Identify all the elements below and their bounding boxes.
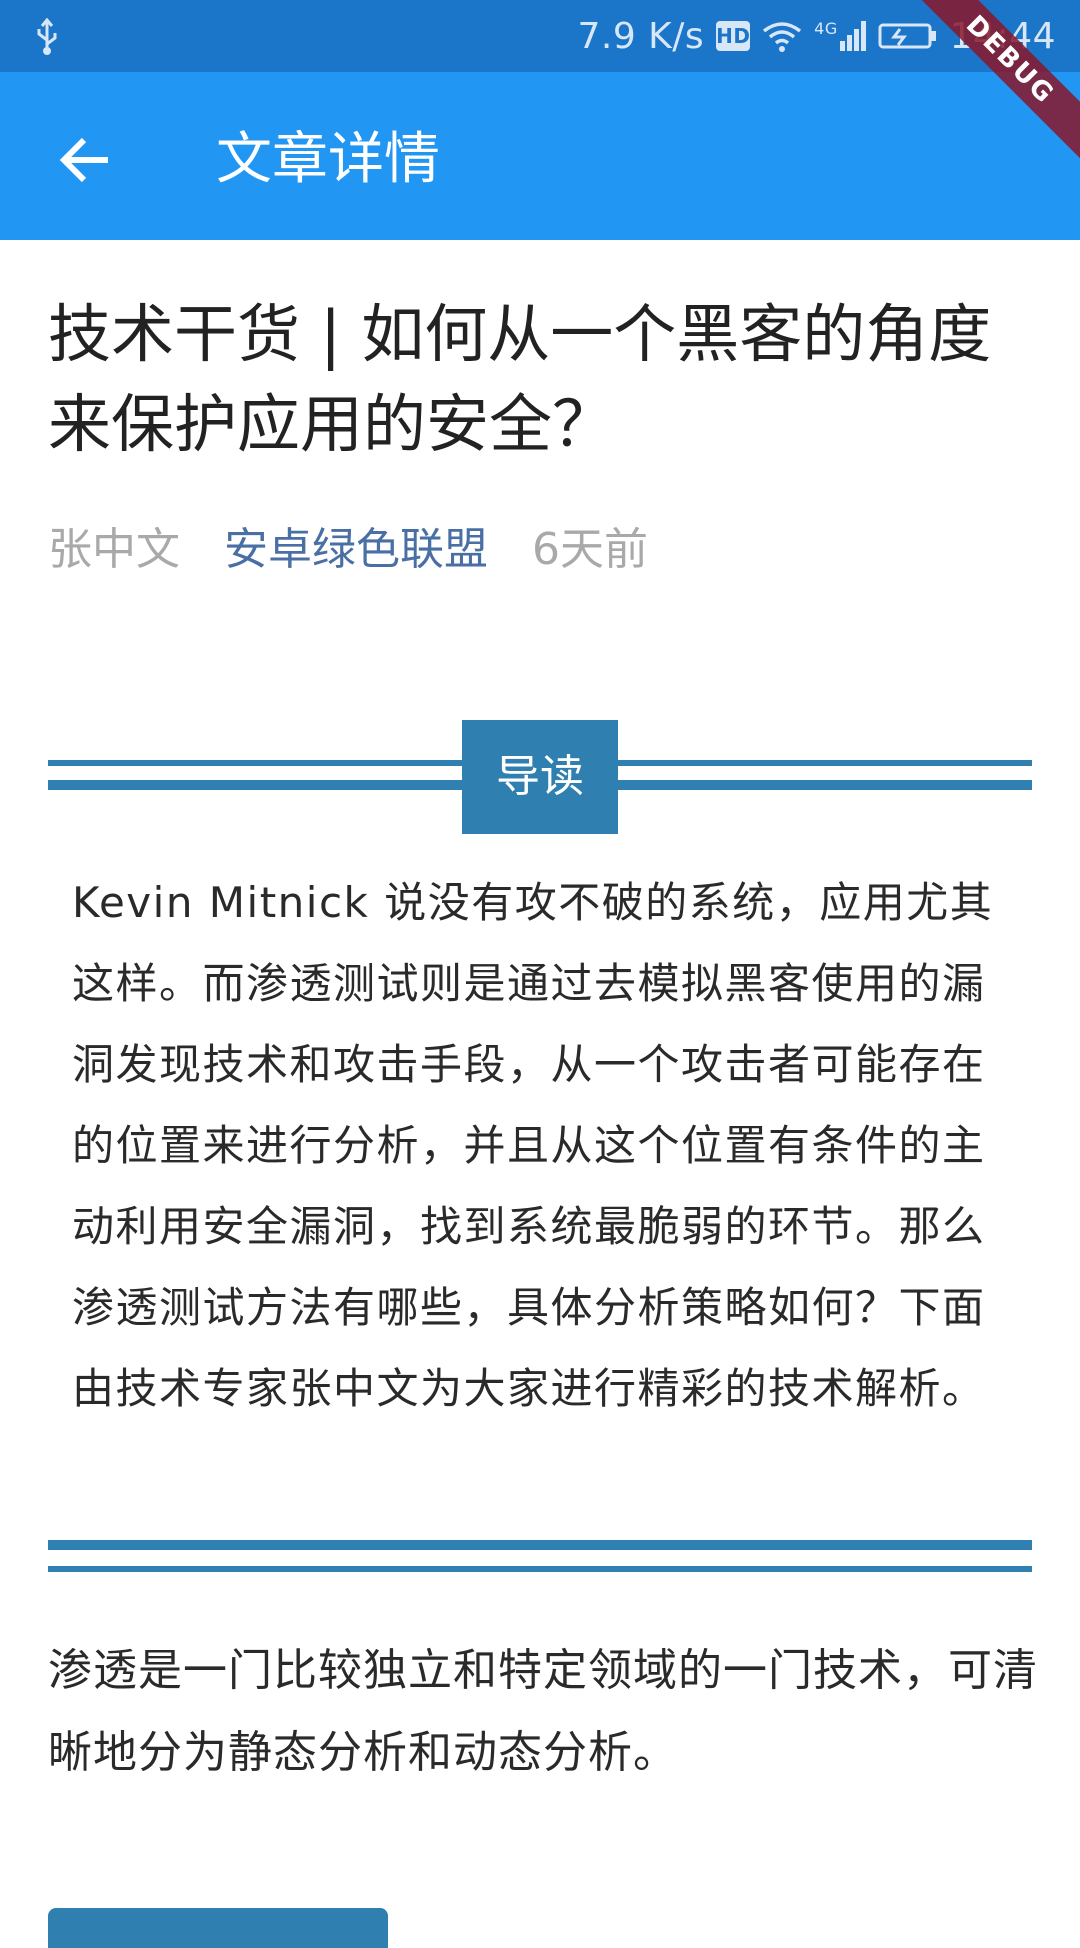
arrow-left-icon <box>59 137 108 183</box>
cell-signal-icon: 4G <box>814 21 866 51</box>
status-bar: 7.9 K/s HD 4G 14:44 <box>0 0 1080 72</box>
section-heading-tab <box>48 1908 388 1948</box>
intro-header: 导读 <box>48 720 1032 836</box>
intro-bottom-rule <box>48 1540 1032 1574</box>
wifi-icon <box>763 22 802 52</box>
intro-label: 导读 <box>462 720 618 834</box>
app-bar: 文章详情 <box>0 72 1080 240</box>
usb-icon <box>37 18 57 55</box>
intro-text: Kevin Mitnick 说没有攻不破的系统，应用尤其这样。而渗透测试则是通过… <box>72 878 994 1413</box>
clock: 14:44 <box>949 15 1056 57</box>
status-icons: 7.9 K/s HD 4G 14:44 <box>577 0 1056 72</box>
back-button[interactable] <box>40 116 128 204</box>
article-time: 6天前 <box>532 524 648 575</box>
article-paragraph: 渗透是一门比较独立和特定领域的一门技术，可清晰地分为静态分析和动态分析。 <box>48 1645 1038 1778</box>
article-author: 张中文 <box>48 524 180 575</box>
page-title: 文章详情 <box>216 127 440 192</box>
hd-badge: HD <box>716 21 751 51</box>
article-source-link[interactable]: 安卓绿色联盟 <box>224 524 488 575</box>
network-type: 4G <box>814 19 838 38</box>
battery-icon <box>878 23 936 49</box>
article-meta: 张中文 安卓绿色联盟 6天前 <box>48 520 678 580</box>
article-title: 技术干货 | 如何从一个黑客的角度来保护应用的安全？ <box>48 298 992 461</box>
network-speed: 7.9 K/s <box>577 15 705 57</box>
